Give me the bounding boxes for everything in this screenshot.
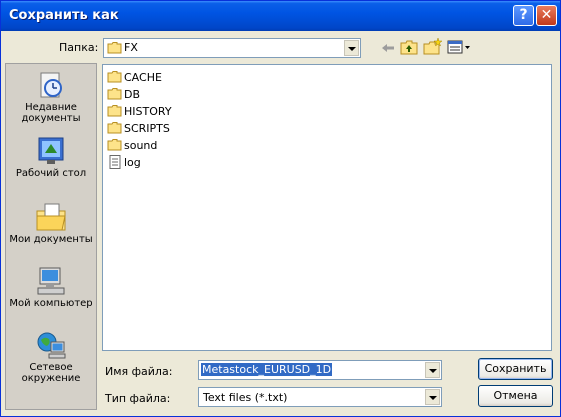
save-button[interactable]: Сохранить <box>478 358 553 380</box>
chevron-down-icon[interactable] <box>425 389 440 405</box>
new-folder-icon[interactable] <box>423 38 442 55</box>
title-bar: Сохранить как ? ✕ <box>1 1 560 31</box>
up-folder-icon[interactable] <box>400 39 418 55</box>
back-arrow-icon[interactable] <box>380 41 396 55</box>
filetype-select[interactable]: Text files (*.txt) <box>198 387 442 407</box>
filename-field[interactable]: Metastock_EURUSD_1D <box>198 360 442 380</box>
folder-label: Папка: <box>59 41 99 54</box>
filename-value: Metastock_EURUSD_1D <box>201 363 333 376</box>
desktop-icon <box>38 137 64 164</box>
folder-icon <box>107 139 122 151</box>
place-desktop[interactable]: Рабочий стол <box>6 136 96 179</box>
help-button[interactable]: ? <box>513 5 534 26</box>
cancel-button[interactable]: Отмена <box>478 385 553 407</box>
item-name: sound <box>124 139 158 152</box>
chevron-down-icon[interactable] <box>425 362 440 378</box>
folder-icon <box>107 88 122 100</box>
place-label: Рабочий стол <box>15 168 87 179</box>
filetype-value: Text files (*.txt) <box>203 391 288 404</box>
file-list[interactable]: CACHE DB HISTORY SCRIPTS sound log <box>102 64 552 351</box>
close-button[interactable]: ✕ <box>536 5 557 26</box>
filename-label: Имя файла: <box>105 365 173 378</box>
place-my-computer[interactable]: Мой компьютер <box>6 266 96 309</box>
folder-select[interactable]: FX <box>103 38 361 58</box>
folder-icon <box>107 42 122 54</box>
my-documents-icon <box>36 203 66 231</box>
network-icon <box>37 332 66 359</box>
place-recent-documents[interactable]: Недавние документы <box>6 70 96 124</box>
place-my-documents[interactable]: Мои документы <box>6 202 96 245</box>
view-menu-icon[interactable] <box>447 40 471 54</box>
place-label: Мои документы <box>9 234 93 245</box>
window-title: Сохранить как <box>9 8 119 23</box>
place-network[interactable]: Сетевое окружение <box>6 330 96 384</box>
item-name: DB <box>124 88 141 101</box>
text-file-icon <box>109 155 121 169</box>
item-name: SCRIPTS <box>124 122 170 135</box>
chevron-down-icon[interactable] <box>344 40 359 56</box>
place-label: Сетевое окружение <box>21 362 81 384</box>
my-computer-icon <box>37 267 65 295</box>
recent-documents-icon <box>40 72 62 98</box>
folder-icon <box>107 71 122 83</box>
item-name: HISTORY <box>124 105 172 118</box>
item-name: CACHE <box>124 71 162 84</box>
places-bar: Недавние документы Рабочий стол Мои доку… <box>5 63 97 410</box>
save-as-dialog: Сохранить как ? ✕ Папка: FX Недавние док… <box>0 0 561 417</box>
current-folder: FX <box>124 41 138 54</box>
item-name: log <box>124 156 141 169</box>
place-label: Недавние документы <box>21 102 81 124</box>
folder-icon <box>107 122 122 134</box>
place-label: Мой компьютер <box>9 298 93 309</box>
folder-icon <box>107 105 122 117</box>
filetype-label: Тип файла: <box>105 392 171 405</box>
